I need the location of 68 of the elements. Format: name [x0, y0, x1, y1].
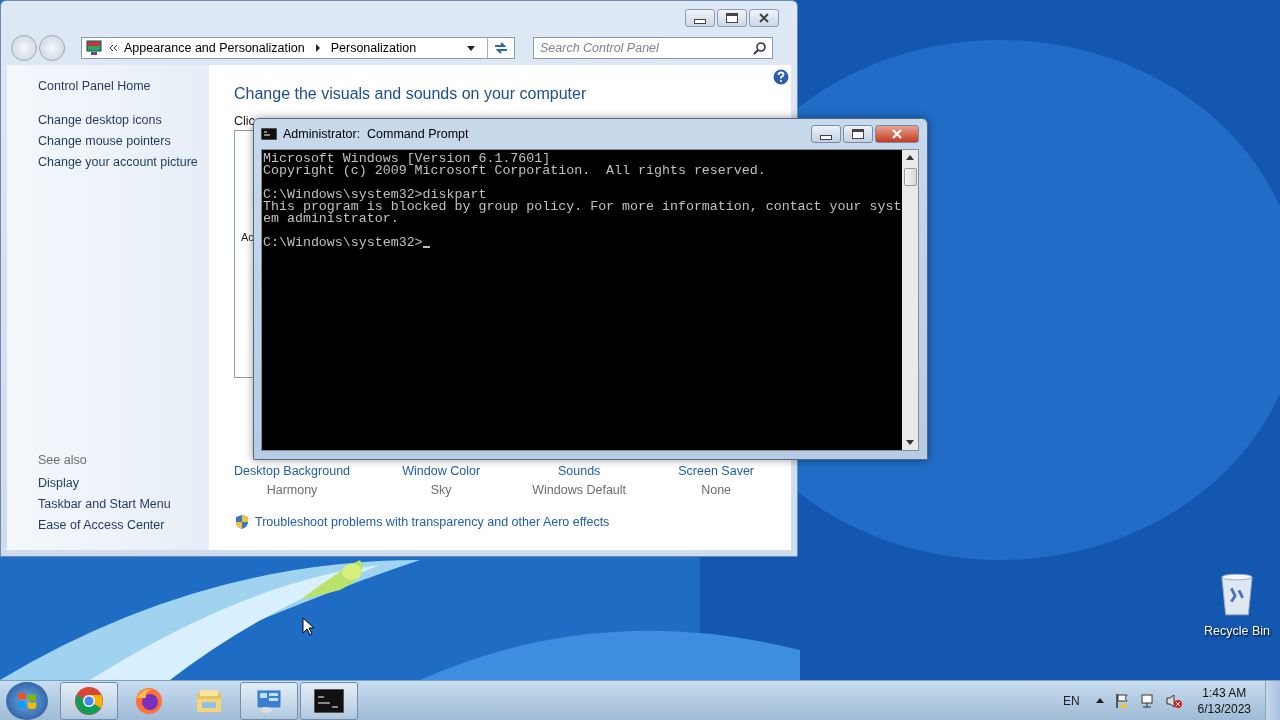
monitor-icon: [86, 40, 102, 56]
address-bar[interactable]: Appearance and Personalization Personalization: [81, 37, 515, 59]
network-icon[interactable]: [1139, 692, 1156, 709]
console-icon: [314, 688, 344, 713]
taskbar-button[interactable]: [300, 681, 358, 720]
browser-icon: [74, 685, 104, 716]
setting-link[interactable]: Desktop Background: [234, 464, 351, 478]
clock-time: 1:43 AM: [1202, 684, 1247, 701]
search-icon: [753, 41, 767, 55]
console-icon: [261, 128, 277, 140]
page-heading: Change the visuals and sounds on your computer: [234, 85, 587, 103]
scroll-up-arrow-icon[interactable]: [906, 155, 914, 160]
language-indicator[interactable]: EN: [1062, 693, 1080, 708]
minimize-button[interactable]: [811, 125, 841, 143]
setting-link[interactable]: Window Color: [402, 464, 481, 478]
desktop-icon-label[interactable]: Recycle Bin: [1204, 624, 1270, 638]
scrollbar[interactable]: [902, 150, 918, 450]
console-line: C:\Windows\system32>: [263, 237, 423, 249]
instruction-text: Clic: [234, 114, 255, 128]
scroll-down-arrow-icon[interactable]: [906, 440, 914, 445]
minimize-button[interactable]: [685, 9, 715, 27]
window-title: Administrator: Command Prompt: [283, 127, 469, 141]
separator-arrow-icon: [314, 44, 321, 52]
scroll-thumb[interactable]: [903, 168, 917, 186]
text-cursor: [422, 246, 430, 248]
sidebar-link[interactable]: Control Panel Home: [38, 79, 151, 93]
sidebar-link[interactable]: Ease of Access Center: [38, 518, 165, 532]
sidebar-link[interactable]: Change your account picture: [38, 155, 198, 169]
close-button[interactable]: [749, 9, 779, 27]
sidebar-link[interactable]: Change mouse pointers: [38, 134, 171, 148]
flag-icon[interactable]: [1113, 692, 1130, 709]
console-line: C:\Windows\system32>diskpart: [263, 189, 487, 201]
maximize-button[interactable]: [843, 125, 873, 143]
sidebar-link[interactable]: Taskbar and Start Menu: [38, 497, 171, 511]
setting-value: Sky: [430, 483, 452, 497]
dropdown-arrow-icon[interactable]: [467, 45, 475, 51]
breadcrumb-item[interactable]: Appearance and Personalization: [124, 41, 305, 55]
close-button[interactable]: [875, 125, 919, 143]
close-icon: [891, 129, 903, 139]
troubleshoot-link[interactable]: Troubleshoot problems with transparency and other Aero effects: [255, 515, 610, 529]
setting-link[interactable]: Screen Saver: [678, 464, 754, 478]
speaker-muted-icon[interactable]: [1165, 692, 1182, 709]
maximize-button[interactable]: [717, 9, 747, 27]
setting-value: Windows Default: [532, 483, 627, 497]
section-label: Ac: [241, 231, 254, 243]
setting-value: Harmony: [266, 483, 318, 497]
console-line: em administrator.: [263, 213, 399, 225]
setting-value: None: [701, 483, 732, 497]
breadcrumb-item[interactable]: Personalization: [330, 41, 417, 55]
sidebar-link[interactable]: Change desktop icons: [38, 113, 162, 127]
mouse-pointer-icon: [302, 617, 314, 636]
console-line: This program is blocked by group policy. For more information, contact your syst: [263, 201, 902, 213]
start-button[interactable]: [6, 681, 48, 720]
refresh-icon: [493, 41, 509, 55]
chevron-icon: [108, 44, 118, 52]
help-icon[interactable]: [773, 69, 789, 85]
sidebar-link[interactable]: Display: [38, 476, 79, 490]
search-field[interactable]: Search Control Panel: [533, 37, 773, 59]
console-line: Microsoft Windows [Version 6.1.7601]: [263, 153, 551, 165]
shield-icon: [234, 514, 250, 530]
show-hidden-icons-arrow-icon[interactable]: [1095, 698, 1104, 703]
close-icon: [758, 13, 770, 23]
setting-link[interactable]: Sounds: [557, 464, 601, 478]
clock-date: 6/13/2023: [1197, 700, 1251, 717]
console-line: Copyright (c) 2009 Microsoft Corporation. All rights reserved.: [263, 165, 766, 177]
browser-icon: [134, 685, 164, 716]
see-also-heading: See also: [38, 453, 87, 467]
clock[interactable]: 1:43 AM 6/13/2023: [1197, 684, 1251, 717]
